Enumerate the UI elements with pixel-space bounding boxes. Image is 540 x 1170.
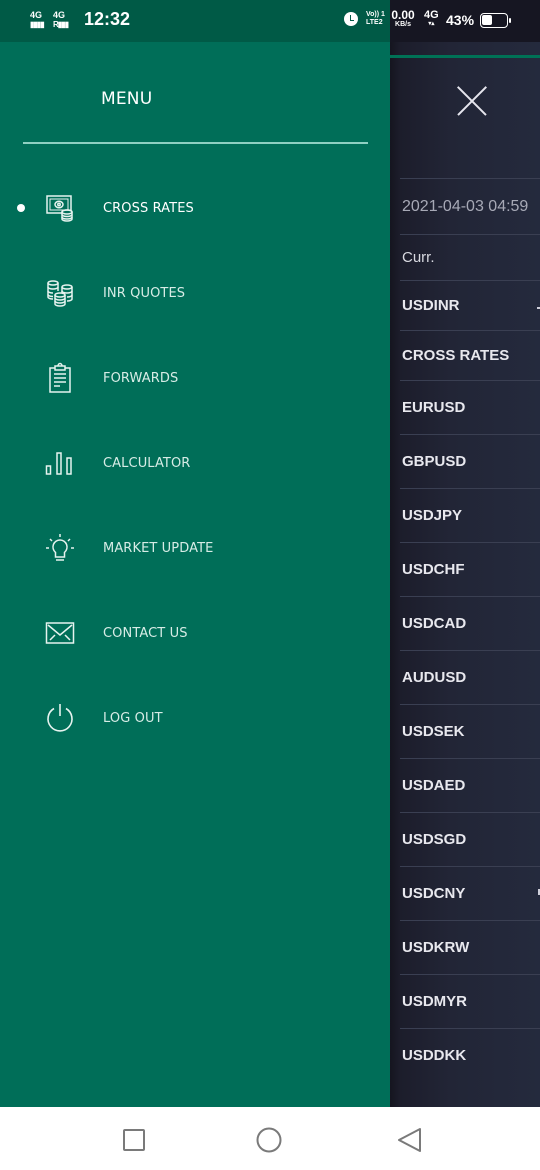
timestamp-row: 2021-04-03 04:59 <box>400 178 540 234</box>
menu-item-calculator[interactable]: CALCULATOR <box>0 433 390 493</box>
menu-item-label: MARKET UPDATE <box>103 540 214 556</box>
table-row[interactable]: USDSEK <box>400 704 540 758</box>
menu-item-inr-quotes[interactable]: INR QUOTES <box>0 263 390 323</box>
currency-pair: USDCNY <box>402 885 466 902</box>
table-row[interactable]: USDMYR <box>400 974 540 1028</box>
menu-item-label: INR QUOTES <box>103 285 186 301</box>
currency-pair: USDJPY <box>402 507 463 524</box>
currency-pair: AUDUSD <box>402 669 467 686</box>
recents-square-icon[interactable] <box>121 1127 147 1153</box>
currency-pair: USDDKK <box>402 1047 467 1064</box>
network-speed-unit: KB/s <box>395 21 411 28</box>
active-indicator-dot <box>17 204 25 212</box>
menu-item-contact-us[interactable]: CONTACT US <box>0 603 390 663</box>
currency-pair: USDSGD <box>402 831 467 848</box>
power-icon <box>44 702 76 734</box>
close-icon[interactable] <box>456 85 488 117</box>
currency-pair: USDCAD <box>402 615 467 632</box>
sim2-signal-icon: 4G R▮▮▮ <box>53 10 69 30</box>
money-coins-icon <box>44 192 76 224</box>
menu-item-market-update[interactable]: MARKET UPDATE <box>0 518 390 578</box>
system-navigation-bar <box>0 1107 540 1170</box>
table-row[interactable]: USDSGD <box>400 812 540 866</box>
alarm-icon <box>344 12 358 26</box>
status-bar-left: 4G ▮▮▮▮ 4G R▮▮▮ 12:32 Vo)) 1 LTE2 <box>0 0 390 42</box>
table-row[interactable]: USDDKK <box>400 1028 540 1082</box>
bar-chart-icon <box>44 447 76 479</box>
battery-icon <box>480 13 511 28</box>
volte-indicator: Vo)) 1 LTE2 <box>366 11 385 27</box>
column-header-currency: Curr. <box>402 249 435 266</box>
rates-table: 2021-04-03 04:59 Curr. USDINR CROSS RATE… <box>400 178 540 1082</box>
table-row[interactable]: USDAED <box>400 758 540 812</box>
menu-item-forwards[interactable]: FORWARDS <box>0 348 390 408</box>
table-header-row: Curr. <box>400 234 540 280</box>
menu-item-log-out[interactable]: LOG OUT <box>0 688 390 748</box>
menu-item-label: CROSS RATES <box>103 200 194 216</box>
roaming-label: R <box>53 20 59 29</box>
table-row[interactable]: USDCNY <box>400 866 540 920</box>
currency-pair: USDINR <box>402 297 460 314</box>
table-row[interactable]: USDJPY <box>400 488 540 542</box>
navigation-drawer: MENU CROSS RATES INR QUOTES FORWARDS CAL… <box>0 42 390 1107</box>
network-speed: 0.00 KB/s <box>390 9 416 29</box>
currency-pair: GBPUSD <box>402 453 467 470</box>
envelope-icon <box>44 617 76 649</box>
section-title: CROSS RATES <box>402 347 510 364</box>
status-bar-right: 0.00 KB/s 4G ▾▴ 43% <box>390 0 540 42</box>
clock: 12:32 <box>84 9 131 29</box>
menu-item-label: CONTACT US <box>103 625 188 641</box>
sim1-network-label: 4G <box>30 10 43 20</box>
data-network-icon: 4G ▾▴ <box>424 9 439 28</box>
battery-percent: 43% <box>446 12 475 28</box>
table-row[interactable]: USDINR <box>400 280 540 330</box>
network-speed-value: 0.00 <box>391 8 415 22</box>
table-row[interactable]: USDCHF <box>400 542 540 596</box>
data-network-label: 4G <box>424 9 439 21</box>
table-row[interactable]: AUDUSD <box>400 650 540 704</box>
menu-title: MENU <box>101 89 153 109</box>
currency-pair: USDCHF <box>402 561 465 578</box>
currency-pair: USDKRW <box>402 939 470 956</box>
table-row[interactable]: USDCAD <box>400 596 540 650</box>
menu-item-label: FORWARDS <box>103 370 179 386</box>
menu-item-label: CALCULATOR <box>103 455 191 471</box>
currency-pair: EURUSD <box>402 399 466 416</box>
header-accent-line <box>390 55 540 58</box>
menu-item-label: LOG OUT <box>103 710 163 726</box>
lightbulb-icon <box>44 532 76 564</box>
menu-divider <box>23 142 368 144</box>
currency-pair: USDMYR <box>402 993 468 1010</box>
clipboard-icon <box>44 362 76 394</box>
back-triangle-icon[interactable] <box>396 1127 422 1153</box>
menu-item-cross-rates[interactable]: CROSS RATES <box>0 178 390 238</box>
table-row[interactable]: USDKRW <box>400 920 540 974</box>
coin-stacks-icon <box>44 277 76 309</box>
home-circle-icon[interactable] <box>256 1127 282 1153</box>
status-bar: 4G ▮▮▮▮ 4G R▮▮▮ 12:32 Vo)) 1 LTE2 0.00 K… <box>0 0 540 42</box>
currency-pair: USDAED <box>402 777 466 794</box>
currency-pair: USDSEK <box>402 723 465 740</box>
lte-label: LTE2 <box>366 19 383 26</box>
table-row[interactable]: EURUSD <box>400 380 540 434</box>
table-row[interactable]: GBPUSD <box>400 434 540 488</box>
sim2-network-label: 4G <box>53 10 66 20</box>
timestamp: 2021-04-03 04:59 <box>402 197 529 215</box>
sim1-signal-icon: 4G ▮▮▮▮ <box>30 10 45 30</box>
volte-label: Vo)) 1 <box>366 11 385 18</box>
section-header-cross-rates: CROSS RATES <box>400 330 540 380</box>
